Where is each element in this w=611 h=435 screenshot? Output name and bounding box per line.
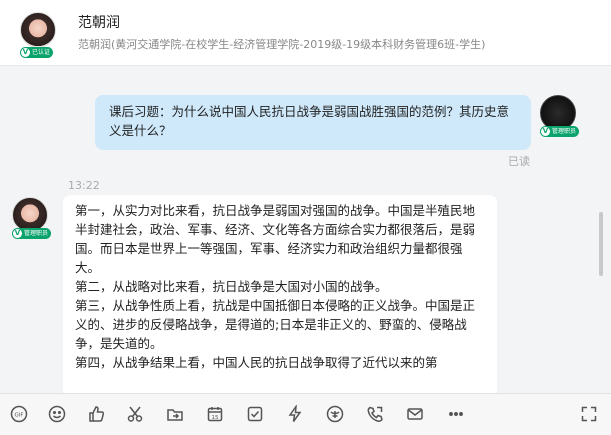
message-list[interactable]: 课后习题：为什么说中国人民抗日战争是弱国战胜强国的范例？其历史意义是什么？ V … [0,67,611,393]
verified-badge-text: 已认证 [32,49,51,56]
emoji-icon[interactable] [46,403,68,425]
read-status: 已读 [508,155,530,168]
role-badge-text: 管理职员 [552,128,577,135]
message-paragraph: 第一，从实力对比来看，抗日战争是弱国对强国的战争。中国是半殖民地半封建社会，政治… [75,203,476,275]
verified-icon: V [21,48,30,57]
my-avatar[interactable]: V 管理职员 [540,95,580,137]
scrollbar-thumb[interactable] [599,212,603,276]
contact-avatar[interactable]: V 已认证 [20,12,60,58]
mail-icon[interactable] [404,403,426,425]
more-icon[interactable] [445,403,467,425]
message-paragraph: 第二，从战略对比来看，抗日战争是大国对小国的战争。 [75,279,388,294]
avatar-image [20,12,56,48]
verified-icon: V [541,127,550,136]
message-paragraph: 第四，从战争结果上看，中国人民的抗日战争取得了近代以来的第 [75,355,438,370]
role-badge: V 管理职员 [540,126,580,137]
red-packet-icon[interactable] [324,403,346,425]
calendar-icon[interactable]: 15 [204,403,226,425]
scissors-icon[interactable] [124,403,146,425]
role-badge-text: 管理职员 [24,230,49,237]
call-icon[interactable] [364,403,386,425]
message-timestamp: 13:22 [68,179,100,192]
outgoing-message[interactable]: 课后习题：为什么说中国人民抗日战争是弱国战胜强国的范例？其历史意义是什么？ [95,95,531,150]
like-icon[interactable] [85,403,107,425]
message-paragraph: 第三，从战争性质上看，抗战是中国抵御日本侵略的正义战争。中国是正义的、进步的反侵… [75,298,476,351]
verified-badge: V 已认证 [20,47,54,58]
contact-name[interactable]: 范朝润 [78,12,120,32]
input-toolbar: GIF 15 [0,393,611,435]
verified-icon: V [13,229,22,238]
expand-icon[interactable] [578,403,600,425]
folder-transfer-icon[interactable] [164,403,186,425]
contact-avatar-in-chat[interactable]: V 管理职员 [12,197,52,239]
gif-label: GIF [14,413,23,419]
calendar-day: 15 [212,415,219,421]
gif-icon[interactable]: GIF [8,403,30,425]
role-badge: V 管理职员 [12,228,52,239]
lightning-icon[interactable] [284,403,306,425]
incoming-message[interactable]: 第一，从实力对比来看，抗日战争是弱国对强国的战争。中国是半殖民地半封建社会，政治… [63,195,497,393]
chat-header: V 已认证 范朝润 范朝润(黄河交通学院-在校学生-经济管理学院-2019级-1… [0,0,611,66]
contact-subtitle: 范朝润(黄河交通学院-在校学生-经济管理学院-2019级-19级本科财务管理6班… [78,38,486,51]
checkbox-icon[interactable] [244,403,266,425]
